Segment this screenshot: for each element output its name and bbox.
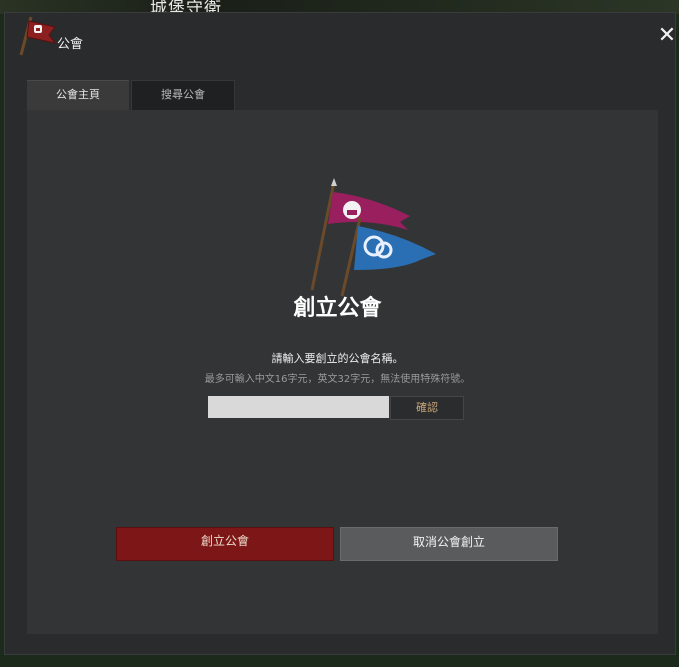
cancel-create-guild-button[interactable]: 取消公會創立 bbox=[340, 527, 558, 561]
close-icon[interactable]: ✕ bbox=[656, 25, 678, 47]
guild-name-prompt: 請輸入要創立的公會名稱。 bbox=[271, 352, 404, 365]
tab-search-guild[interactable]: 搜尋公會 bbox=[131, 80, 235, 111]
guild-flag-icon bbox=[19, 16, 57, 56]
create-guild-title: 創立公會 bbox=[293, 296, 382, 321]
confirm-button[interactable]: 確認 bbox=[390, 396, 464, 420]
create-guild-button[interactable]: 創立公會 bbox=[116, 527, 334, 561]
tab-guild-home[interactable]: 公會主頁 bbox=[27, 80, 129, 111]
guild-name-hint: 最多可輸入中文16字元，英文32字元，無法使用特殊符號。 bbox=[204, 374, 471, 385]
window-title: 公會 bbox=[57, 37, 84, 52]
guild-flags-icon bbox=[310, 178, 436, 297]
guild-name-input[interactable] bbox=[208, 396, 389, 418]
